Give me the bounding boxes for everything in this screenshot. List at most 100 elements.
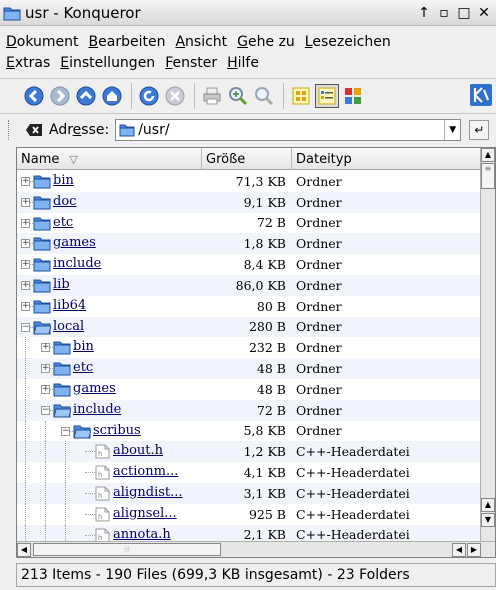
column-header-name[interactable]: Name ▽ [17,148,202,170]
expand-icon[interactable]: + [21,218,30,228]
expand-icon[interactable]: + [41,384,50,394]
detail-view-button[interactable] [315,84,339,108]
expand-icon[interactable]: + [21,301,30,311]
folder-row[interactable]: − local 280 B Ordner [17,316,481,338]
menu-einstellungen[interactable]: Einstellungen [60,55,155,71]
folder-icon [33,175,51,189]
item-size: 48 B [256,361,286,377]
folder-row[interactable]: + etc 48 B Ordner [17,358,481,379]
scroll-up-button[interactable]: ▲ [481,498,495,512]
folder-row[interactable]: + doc 9,1 KB Ordner [17,191,481,213]
file-row[interactable]: h about.h 1,2 KB C++-Headerdatei [17,441,481,463]
expand-icon[interactable]: + [21,197,30,207]
folder-row[interactable]: + lib 86,0 KB Ordner [17,274,481,296]
scroll-up-button[interactable]: ▲ [481,148,495,162]
expand-icon[interactable]: + [21,280,30,290]
item-name[interactable]: about.h [113,443,163,458]
forward-button[interactable] [48,84,72,108]
item-type: Ordner [296,194,342,210]
item-name[interactable]: alignsel... [113,506,177,521]
column-header-size[interactable]: Größe [202,148,292,170]
item-name[interactable]: etc [53,215,73,230]
item-name[interactable]: scribus [93,423,141,438]
clear-location-icon[interactable] [25,122,43,138]
item-name[interactable]: doc [53,194,76,209]
name-cell: + bin [17,337,202,359]
icon-view-icon [292,87,310,105]
zoom-out-button[interactable] [252,84,276,108]
tree-line [65,503,66,525]
print-button[interactable] [200,84,224,108]
item-name[interactable]: include [53,256,101,271]
scrollbar-thumb[interactable]: ≡ [481,163,495,189]
file-row[interactable]: h actionm... 4,1 KB C++-Headerdatei [17,462,481,483]
close-button[interactable]: ✕ [476,5,492,21]
scroll-down-button[interactable]: ▼ [481,513,495,527]
item-name[interactable]: etc [73,360,93,375]
file-row[interactable]: h aligndist... 3,1 KB C++-Headerdatei [17,482,481,504]
menu-bearbeiten[interactable]: Bearbeiten [89,34,166,50]
folder-row[interactable]: + etc 72 B Ordner [17,213,481,234]
item-name[interactable]: bin [73,339,94,354]
reload-button[interactable] [137,84,161,108]
folder-row[interactable]: + games 1,8 KB Ordner [17,233,481,255]
menu-gehe-zu[interactable]: Gehe zu [237,34,295,50]
item-name[interactable]: aligndist... [113,485,183,500]
expand-icon[interactable]: + [21,260,30,270]
item-name[interactable]: annota.h [113,527,171,542]
back-button[interactable] [22,84,46,108]
menu-lesezeichen[interactable]: Lesezeichen [305,34,391,50]
menu-hilfe[interactable]: Hilfe [227,55,259,71]
expand-icon[interactable]: + [21,177,30,186]
menu-ansicht[interactable]: Ansicht [175,34,227,50]
folder-row[interactable]: − include 72 B Ordner [17,399,481,421]
expand-icon[interactable]: + [41,364,50,374]
collapse-icon[interactable]: − [21,322,30,332]
sticky-button[interactable]: ↑ [416,5,432,21]
collapse-icon[interactable]: − [61,426,70,436]
scroll-left-button[interactable]: ◀ [17,543,31,557]
expand-icon[interactable]: + [41,343,50,353]
scroll-right-button[interactable]: ▶ [467,543,481,557]
chevron-down-icon[interactable]: ▼ [444,120,460,140]
folder-row[interactable]: + bin 232 B Ordner [17,337,481,359]
header-file-icon: h [95,507,110,522]
folder-row[interactable]: − scribus 5,8 KB Ordner [17,420,481,442]
item-name[interactable]: local [53,319,84,334]
collapse-icon[interactable]: − [41,405,50,415]
folder-row[interactable]: + bin 71,3 KB Ordner [17,171,481,192]
vertical-scrollbar[interactable]: ▲ ≡ ▲ ▼ [480,148,495,542]
column-header-type[interactable]: Dateityp [292,148,481,170]
item-type: Ordner [296,236,342,252]
location-input[interactable]: /usr/ ▼ [115,119,462,141]
zoom-in-button[interactable] [226,84,250,108]
item-name[interactable]: games [73,381,116,396]
go-button[interactable]: ↵ [469,120,490,140]
home-button[interactable] [100,84,124,108]
menu-dokument[interactable]: Dokument [6,34,79,50]
item-name[interactable]: include [73,402,121,417]
minimize-button[interactable]: ▫ [436,5,452,21]
menu-extras[interactable]: Extras [6,55,50,71]
multicolumn-view-button[interactable] [341,84,365,108]
folder-row[interactable]: + include 8,4 KB Ordner [17,254,481,275]
item-name[interactable]: bin [53,173,74,188]
item-name[interactable]: games [53,235,96,250]
expand-icon[interactable]: + [21,239,30,249]
horizontal-scrollbar[interactable]: ◀ ⦙⦙⦙ ◀ ▶ [17,541,495,557]
file-row[interactable]: h alignsel... 925 B C++-Headerdatei [17,503,481,525]
icon-view-button[interactable] [289,84,313,108]
folder-row[interactable]: + games 48 B Ordner [17,378,481,400]
name-cell: − scribus [17,420,202,442]
up-button[interactable] [74,84,98,108]
maximize-button[interactable]: □ [456,5,472,21]
toolbar-grip[interactable] [8,120,11,140]
item-name[interactable]: actionm... [113,464,178,479]
item-name[interactable]: lib [53,277,70,292]
scroll-left-button[interactable]: ◀ [452,543,466,557]
scrollbar-thumb[interactable]: ⦙⦙⦙ [33,543,221,556]
menu-fenster[interactable]: Fenster [165,55,217,71]
item-name[interactable]: lib64 [53,298,86,313]
stop-button[interactable] [163,84,187,108]
folder-row[interactable]: + lib64 80 B Ordner [17,296,481,317]
